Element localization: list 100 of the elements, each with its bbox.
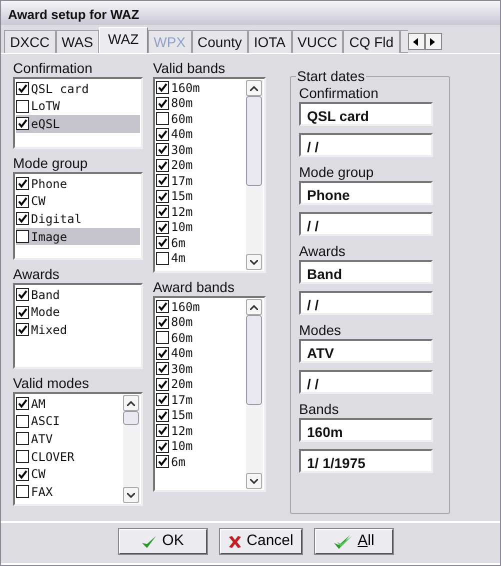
date-field[interactable]: 1/ 1/1975	[299, 449, 433, 473]
checkbox[interactable]	[16, 468, 29, 481]
tab[interactable]: County	[192, 30, 248, 53]
checkbox[interactable]	[156, 408, 169, 422]
date-field[interactable]: / /	[299, 291, 433, 315]
checkbox[interactable]	[156, 455, 169, 468]
list-item[interactable]: 12m	[156, 423, 246, 438]
list-item[interactable]: 15m	[156, 408, 246, 423]
checkbox[interactable]	[156, 96, 169, 110]
list-item[interactable]: 6m	[156, 235, 246, 250]
dialog-button[interactable]: Cancel	[220, 529, 302, 554]
input-field[interactable]: Phone	[299, 181, 433, 205]
checkbox[interactable]	[156, 143, 169, 156]
checkbox[interactable]	[156, 252, 169, 265]
list-item[interactable]: 30m	[156, 361, 246, 376]
date-field[interactable]: / /	[299, 212, 433, 236]
input-field[interactable]: QSL card	[299, 102, 433, 126]
tab[interactable]: WAS	[56, 30, 100, 53]
checkbox[interactable]	[16, 177, 29, 190]
checkbox[interactable]	[156, 316, 169, 329]
scroll-down-button[interactable]	[246, 254, 262, 270]
checkbox[interactable]	[156, 236, 169, 250]
list-item[interactable]: 17m	[156, 392, 246, 408]
checkbox[interactable]	[156, 300, 169, 314]
checkbox[interactable]	[16, 432, 29, 446]
list-item[interactable]: 30m	[156, 142, 246, 158]
checkbox[interactable]	[156, 190, 169, 203]
scroll-up-button[interactable]	[246, 299, 262, 315]
scroll-up-button[interactable]	[123, 395, 139, 411]
list-item[interactable]: 20m	[156, 158, 246, 173]
list-item[interactable]: 12m	[156, 204, 246, 220]
checkbox[interactable]	[16, 485, 29, 498]
list-item[interactable]: 80m	[156, 96, 246, 111]
checkbox[interactable]	[156, 440, 169, 453]
list-item[interactable]: Image	[16, 228, 140, 246]
list-item[interactable]: 80m	[156, 314, 246, 330]
list-item[interactable]: 4m	[156, 250, 246, 266]
dialog-button[interactable]: OK	[118, 529, 206, 554]
checkbox[interactable]	[156, 112, 169, 126]
scroll-down-button[interactable]	[123, 487, 139, 503]
list-item[interactable]: Band	[16, 286, 140, 304]
input-field[interactable]: Band	[299, 260, 433, 284]
list-item[interactable]: 10m	[156, 438, 246, 454]
list-item[interactable]: 40m	[156, 346, 246, 361]
scrollbar[interactable]	[246, 80, 263, 270]
checkbox[interactable]	[16, 288, 29, 302]
scroll-down-button[interactable]	[246, 473, 262, 489]
checkbox[interactable]	[16, 306, 29, 319]
checkbox[interactable]	[16, 212, 29, 226]
list-item[interactable]: QSL card	[16, 80, 140, 98]
list-item[interactable]: CW	[16, 192, 140, 210]
tab[interactable]: VUCC	[292, 30, 344, 53]
checkbox[interactable]	[156, 346, 169, 360]
checkbox[interactable]	[156, 220, 169, 234]
checkbox[interactable]	[156, 174, 169, 188]
list-item[interactable]: 10m	[156, 220, 246, 235]
tab[interactable]: DXCC	[4, 30, 56, 53]
list-item[interactable]: 17m	[156, 173, 246, 188]
checkbox[interactable]	[16, 100, 29, 113]
scrollbar-thumb[interactable]	[246, 315, 262, 405]
list-item[interactable]: 160m	[156, 299, 246, 314]
list-item[interactable]: 15m	[156, 188, 246, 204]
list-item[interactable]: 20m	[156, 376, 246, 392]
checkbox[interactable]	[16, 230, 29, 244]
scrollbar-thumb[interactable]	[123, 411, 139, 425]
checkbox[interactable]	[16, 414, 29, 428]
checkbox[interactable]	[156, 424, 169, 438]
list-item[interactable]: Mixed	[16, 321, 140, 339]
checkbox[interactable]	[156, 81, 169, 94]
date-field[interactable]: / /	[299, 370, 433, 394]
list-item[interactable]: Mode	[16, 304, 140, 322]
tab[interactable]: IOTA	[248, 30, 292, 53]
tab[interactable]: WAZ	[99, 27, 148, 53]
list-item[interactable]: 160m	[156, 80, 246, 96]
list-item[interactable]: ATV	[16, 430, 123, 448]
list-item[interactable]: 60m	[156, 111, 246, 126]
list-item[interactable]: Phone	[16, 175, 140, 193]
scroll-left-button[interactable]	[408, 33, 425, 50]
checkbox[interactable]	[16, 117, 29, 130]
list-item[interactable]: CLOVER	[16, 448, 123, 466]
list-item[interactable]: AM	[16, 395, 123, 413]
list-item[interactable]: LoTW	[16, 98, 140, 116]
checkbox[interactable]	[156, 128, 169, 141]
list-item[interactable]: eQSL	[16, 115, 140, 133]
checkbox[interactable]	[16, 450, 29, 464]
checkbox[interactable]	[156, 393, 169, 406]
scrollbar[interactable]	[123, 395, 140, 503]
tab[interactable]: CQ Fld	[343, 30, 400, 53]
list-item[interactable]: 60m	[156, 330, 246, 346]
list-item[interactable]: CW	[16, 465, 123, 483]
list-item[interactable]: FAX	[16, 482, 123, 501]
date-field[interactable]: / /	[299, 133, 433, 157]
checkbox[interactable]	[16, 82, 29, 96]
list-item[interactable]: Digital	[16, 210, 140, 228]
checkbox[interactable]	[16, 323, 29, 336]
checkbox[interactable]	[16, 194, 29, 208]
checkbox[interactable]	[156, 362, 169, 376]
input-field[interactable]: 160m	[299, 418, 433, 442]
scrollbar[interactable]	[246, 299, 263, 489]
checkbox[interactable]	[156, 158, 169, 172]
